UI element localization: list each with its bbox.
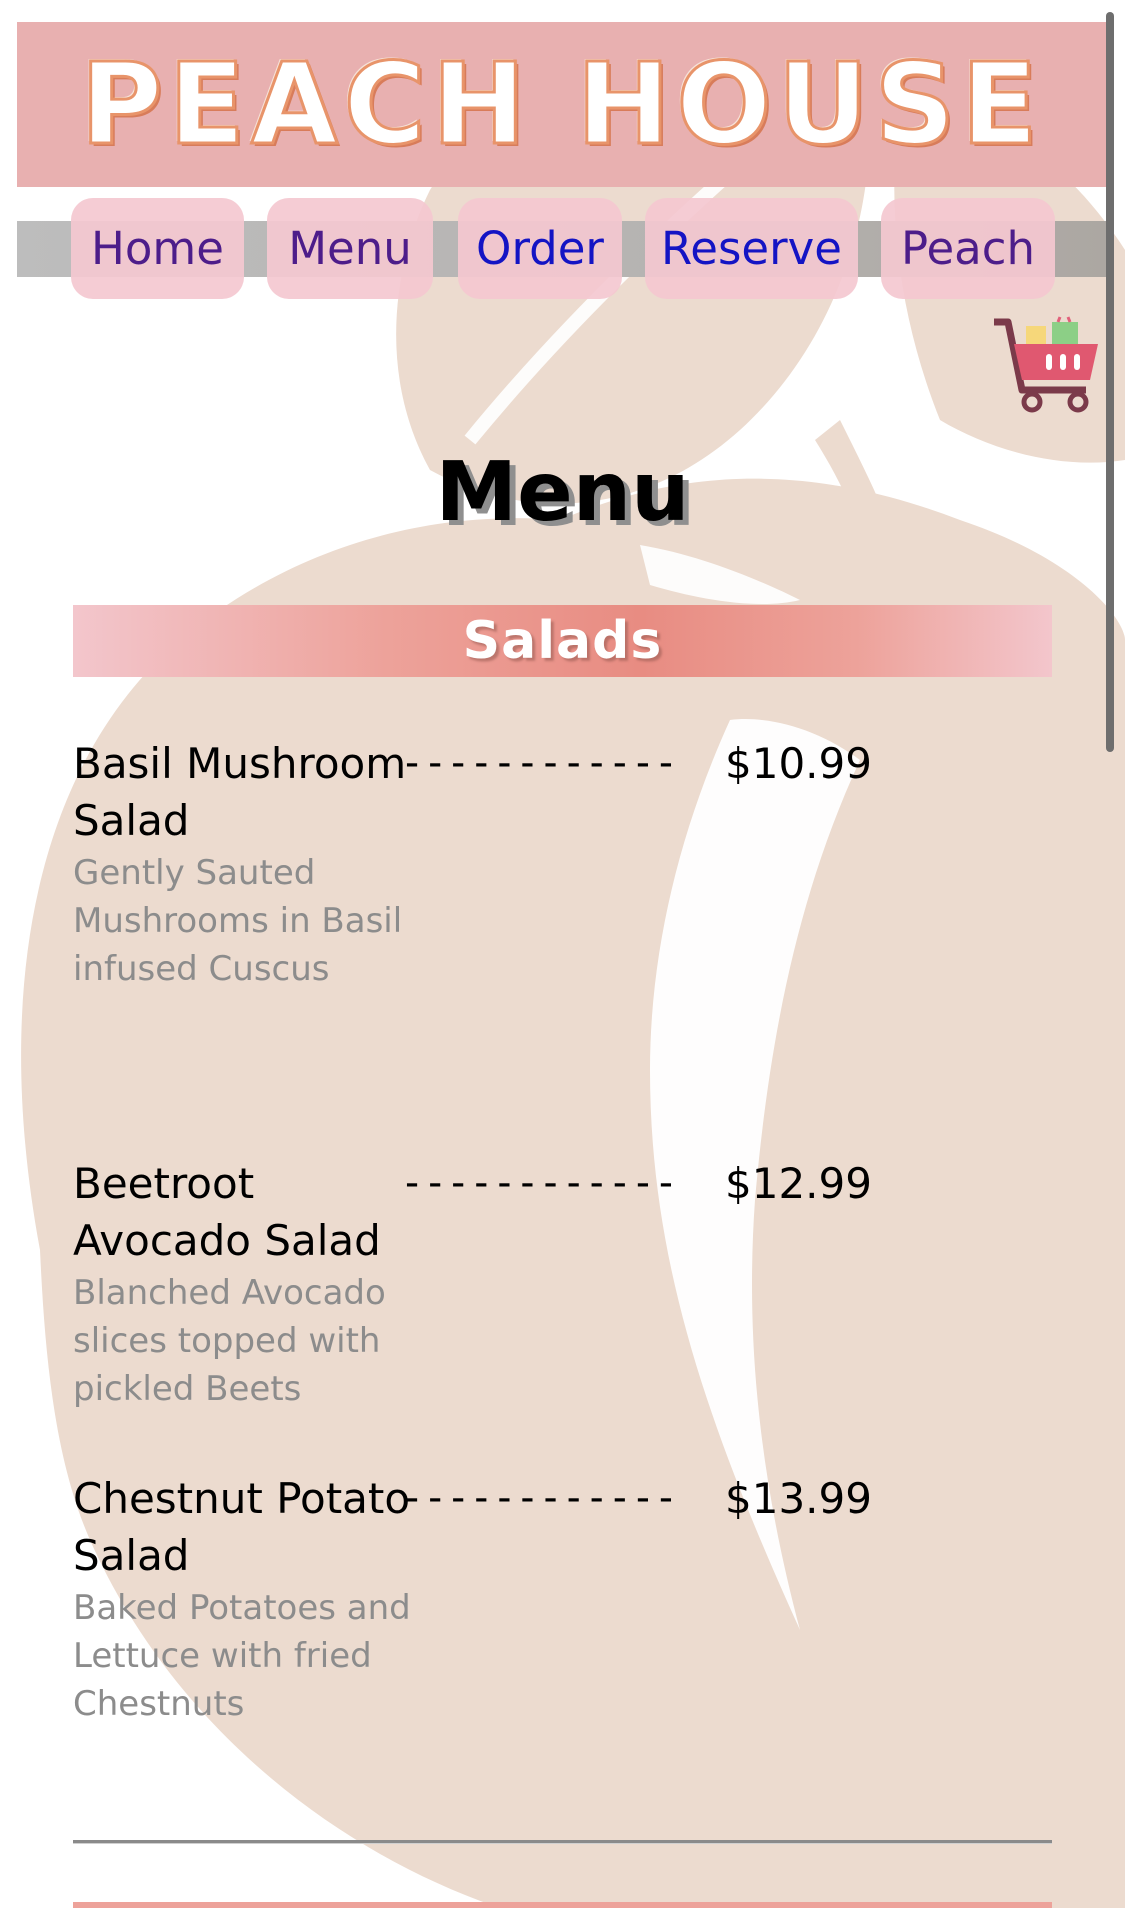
page-title: Menu: [435, 445, 690, 540]
item-description: Gently Sauted Mushrooms in Basil infused…: [73, 853, 403, 989]
nav-menu-button[interactable]: Menu: [267, 198, 433, 299]
item-separator: ------------: [400, 1160, 678, 1206]
item-price: $12.99: [725, 1159, 872, 1208]
section-header-salads: Salads: [73, 605, 1052, 677]
item-name: Beetroot Avocado Salad: [73, 1159, 381, 1265]
brand-title: PEACH HOUSE: [79, 39, 1044, 170]
item-price: $13.99: [725, 1474, 872, 1523]
item-description: Blanched Avocado slices topped with pick…: [73, 1273, 386, 1409]
nav-reserve-button[interactable]: Reserve: [645, 198, 858, 299]
header-banner: PEACH HOUSE: [17, 22, 1107, 187]
nav-order-button[interactable]: Order: [458, 198, 622, 299]
section-divider: [73, 1840, 1052, 1844]
item-name: Basil Mushroom Salad: [73, 739, 407, 845]
item-price: $10.99: [725, 739, 872, 788]
next-section-header: [73, 1902, 1052, 1908]
scrollbar-thumb[interactable]: [1106, 12, 1114, 752]
item-separator: ------------: [400, 1475, 678, 1521]
menu-item: Beetroot Avocado Salad Blanched Avocado …: [73, 1155, 1053, 1413]
shopping-cart-icon[interactable]: [990, 316, 1100, 416]
item-description: Baked Potatoes and Lettuce with fried Ch…: [73, 1588, 411, 1724]
item-name: Chestnut Potato Salad: [73, 1474, 411, 1580]
menu-item: Basil Mushroom Salad Gently Sauted Mushr…: [73, 735, 1053, 993]
section-title: Salads: [462, 611, 663, 671]
item-separator: ------------: [400, 740, 678, 786]
menu-item: Chestnut Potato Salad Baked Potatoes and…: [73, 1470, 1053, 1728]
nav-peach-button[interactable]: Peach: [881, 198, 1055, 299]
nav-home-button[interactable]: Home: [71, 198, 244, 299]
main-nav: Home Menu Order Reserve Peach: [0, 198, 1125, 299]
